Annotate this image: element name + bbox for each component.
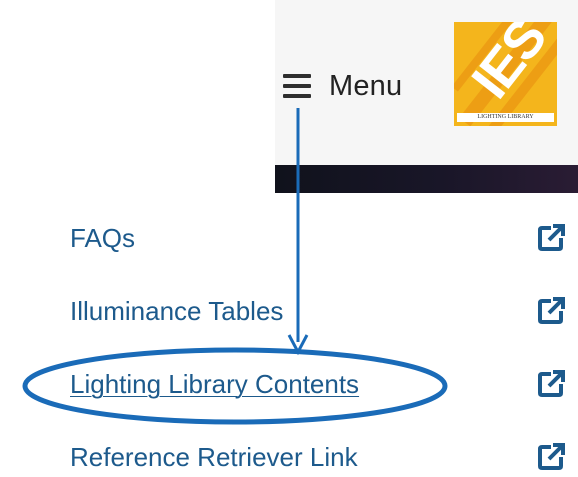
external-link-icon[interactable] bbox=[536, 296, 566, 326]
annotation-arrowhead bbox=[287, 334, 309, 356]
external-link-icon[interactable] bbox=[536, 442, 566, 472]
list-item-reference-retriever: Reference Retriever Link bbox=[70, 437, 570, 477]
illuminance-tables-link[interactable]: Illuminance Tables bbox=[70, 296, 283, 327]
list-item-faqs: FAQs bbox=[70, 218, 570, 258]
menu-button[interactable]: Menu bbox=[283, 62, 402, 110]
external-link-icon[interactable] bbox=[536, 369, 566, 399]
header-banner-strip bbox=[275, 165, 578, 193]
lighting-library-contents-link[interactable]: Lighting Library Contents bbox=[70, 369, 359, 400]
ies-logo[interactable]: IES LIGHTING LIBRARY bbox=[454, 22, 557, 126]
hamburger-icon bbox=[283, 74, 311, 98]
logo-subtitle: LIGHTING LIBRARY bbox=[457, 113, 554, 122]
list-item-lighting-library-contents: Lighting Library Contents bbox=[70, 364, 570, 404]
menu-label: Menu bbox=[329, 69, 403, 102]
faqs-link[interactable]: FAQs bbox=[70, 223, 135, 254]
external-link-icon[interactable] bbox=[536, 223, 566, 253]
reference-retriever-link[interactable]: Reference Retriever Link bbox=[70, 442, 358, 473]
list-item-illuminance-tables: Illuminance Tables bbox=[70, 291, 570, 331]
